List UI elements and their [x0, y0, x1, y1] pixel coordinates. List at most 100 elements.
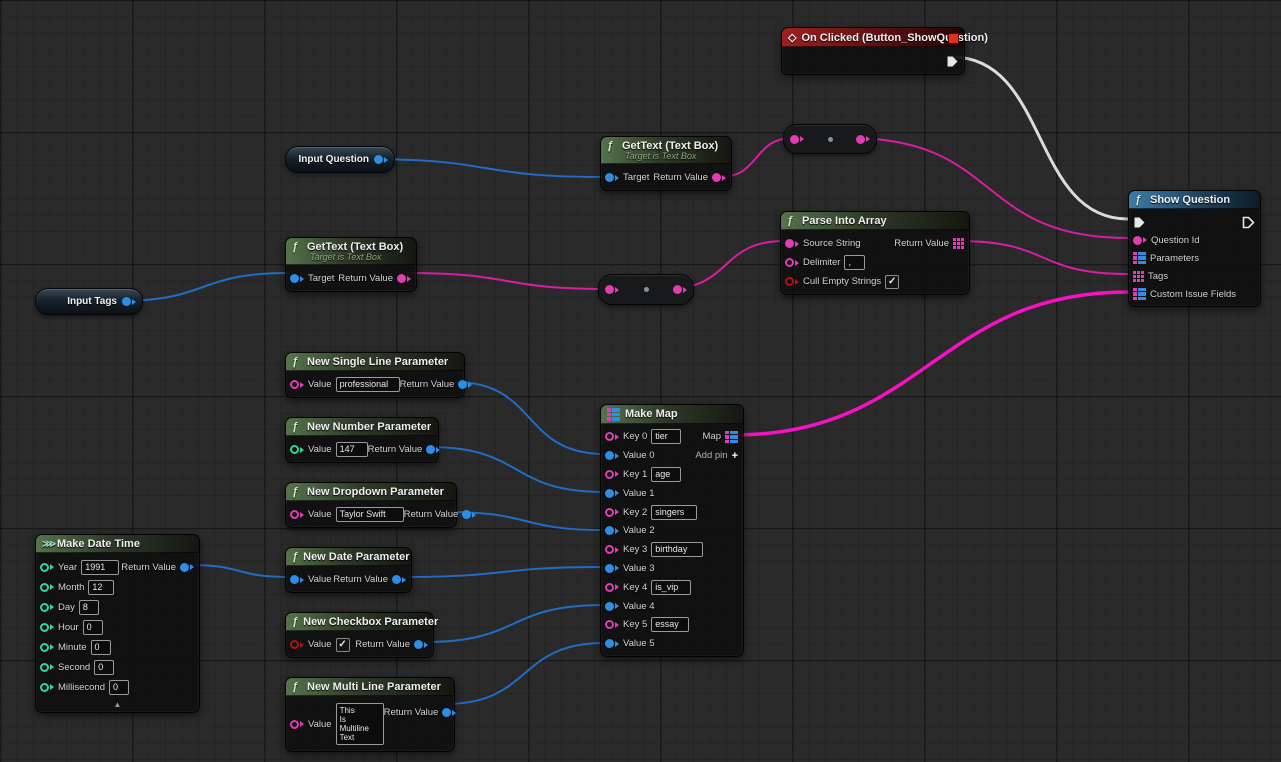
- wire-blue[interactable]: [117, 273, 289, 301]
- node-new-single-line-parameter[interactable]: ƒNew Single Line ParameterValueprofessio…: [285, 352, 465, 398]
- text-field[interactable]: 8: [79, 600, 99, 615]
- data-pin-hollow-icon[interactable]: [290, 510, 304, 519]
- data-pin-hollow-icon[interactable]: [40, 623, 54, 632]
- data-pin-icon[interactable]: [673, 285, 687, 294]
- text-field[interactable]: singers: [651, 505, 697, 520]
- wire-blue[interactable]: [366, 159, 604, 177]
- text-field[interactable]: 0: [91, 640, 111, 655]
- data-pin-icon[interactable]: [605, 602, 619, 611]
- wire-blue[interactable]: [424, 605, 604, 642]
- data-pin-icon[interactable]: [1133, 236, 1147, 245]
- text-field[interactable]: is_vip: [651, 580, 691, 595]
- text-field[interactable]: 0: [94, 660, 114, 675]
- data-pin-hollow-icon[interactable]: [605, 508, 619, 517]
- data-pin-icon[interactable]: [712, 173, 726, 182]
- data-pin-hollow-icon[interactable]: [605, 432, 619, 441]
- wire-exec[interactable]: [952, 57, 1128, 219]
- node-new-checkbox-parameter[interactable]: ƒNew Checkbox ParameterValue✓Return Valu…: [285, 612, 434, 658]
- node-gettext-tags[interactable]: ƒGetText (Text Box)Target is Text BoxTar…: [285, 237, 417, 292]
- node-make-date-time[interactable]: ⋙Make Date TimeYear1991Return ValueMonth…: [35, 534, 200, 713]
- data-pin-hollow-icon[interactable]: [290, 720, 304, 729]
- text-field[interactable]: 12: [88, 580, 114, 595]
- data-pin-icon[interactable]: [605, 451, 619, 460]
- collapse-arrow-icon[interactable]: ▲: [36, 700, 199, 712]
- data-pin-icon[interactable]: [856, 135, 870, 144]
- array-pin-icon[interactable]: [1133, 271, 1144, 282]
- map-pin-icon[interactable]: [1133, 288, 1146, 301]
- node-new-multi-line-parameter[interactable]: ƒNew Multi Line ParameterValueThis Is Mu…: [285, 677, 455, 752]
- data-pin-hollow-icon[interactable]: [40, 643, 54, 652]
- node-new-dropdown-parameter[interactable]: ƒNew Dropdown ParameterValueTaylor Swift…: [285, 482, 457, 528]
- data-pin-icon[interactable]: [290, 274, 304, 283]
- data-pin-icon[interactable]: [458, 380, 472, 389]
- wire-blue[interactable]: [445, 643, 604, 704]
- map-pin-icon[interactable]: [1133, 252, 1146, 265]
- data-pin-icon[interactable]: [290, 575, 304, 584]
- data-pin-icon[interactable]: [790, 135, 804, 144]
- pill-input-question[interactable]: Input Question: [285, 146, 395, 173]
- wire-pink[interactable]: [406, 273, 608, 289]
- data-pin-hollow-icon[interactable]: [290, 445, 304, 454]
- data-pin-hollow-icon[interactable]: [605, 545, 619, 554]
- node-make-map[interactable]: Make MapKey 0tierMapValue 0Add pin+Key 1…: [600, 404, 744, 657]
- exec-pin-filled-icon[interactable]: [1133, 216, 1146, 229]
- data-pin-icon[interactable]: [397, 274, 411, 283]
- reroute-tags[interactable]: [598, 274, 694, 305]
- exec-pin-filled-icon[interactable]: [946, 55, 959, 68]
- text-field[interactable]: professional: [336, 377, 400, 392]
- text-field[interactable]: 147: [336, 442, 368, 457]
- node-show-question[interactable]: ƒShow QuestionQuestion IdParametersTagsC…: [1128, 190, 1261, 307]
- checkbox-field[interactable]: ✓: [336, 638, 350, 652]
- data-pin-icon[interactable]: [180, 563, 194, 572]
- wire-blue[interactable]: [402, 567, 604, 577]
- data-pin-hollow-icon[interactable]: [290, 640, 304, 649]
- text-field[interactable]: age: [651, 467, 681, 482]
- wire-pink[interactable]: [958, 241, 1128, 274]
- wire-blue[interactable]: [190, 565, 289, 577]
- data-pin-icon[interactable]: [426, 445, 440, 454]
- node-parse-into-array[interactable]: ƒParse Into ArraySource StringReturn Val…: [780, 211, 970, 295]
- wire-map[interactable]: [734, 292, 1128, 435]
- node-new-number-parameter[interactable]: ƒNew Number ParameterValue147Return Valu…: [285, 417, 439, 463]
- text-field[interactable]: This Is Multiline Text: [336, 703, 384, 745]
- text-field[interactable]: 1991: [81, 560, 119, 575]
- data-pin-icon[interactable]: [414, 640, 428, 649]
- delegate-box-icon[interactable]: [948, 33, 959, 44]
- data-pin-icon[interactable]: [605, 489, 619, 498]
- checkbox-field[interactable]: ✓: [885, 275, 899, 289]
- node-gettext-question[interactable]: ƒGetText (Text Box)Target is Text BoxTar…: [600, 136, 732, 191]
- node-on-clicked[interactable]: ◇On Clicked (Button_ShowQuestion): [781, 27, 965, 75]
- data-pin-icon[interactable]: [785, 239, 799, 248]
- data-pin-icon[interactable]: [122, 297, 136, 306]
- data-pin-hollow-icon[interactable]: [40, 663, 54, 672]
- data-pin-icon[interactable]: [374, 155, 388, 164]
- text-field[interactable]: 0: [109, 680, 129, 695]
- text-field[interactable]: 0: [83, 620, 103, 635]
- data-pin-hollow-icon[interactable]: [605, 470, 619, 479]
- add-pin-plus-icon[interactable]: +: [732, 450, 738, 462]
- data-pin-icon[interactable]: [462, 510, 476, 519]
- data-pin-icon[interactable]: [605, 526, 619, 535]
- text-field[interactable]: Taylor Swift: [336, 507, 404, 522]
- text-field[interactable]: ,: [844, 255, 865, 270]
- data-pin-hollow-icon[interactable]: [605, 620, 619, 629]
- map-pin-icon[interactable]: [725, 431, 738, 444]
- data-pin-icon[interactable]: [442, 708, 456, 717]
- wire-blue[interactable]: [455, 382, 604, 454]
- text-field[interactable]: tier: [651, 429, 681, 444]
- pill-input-tags[interactable]: Input Tags: [35, 288, 143, 315]
- node-new-date-parameter[interactable]: ƒNew Date ParameterValueReturn Value: [285, 547, 412, 593]
- data-pin-hollow-icon[interactable]: [785, 277, 799, 286]
- data-pin-hollow-icon[interactable]: [605, 583, 619, 592]
- data-pin-icon[interactable]: [605, 564, 619, 573]
- text-field[interactable]: essay: [651, 617, 689, 632]
- data-pin-hollow-icon[interactable]: [40, 603, 54, 612]
- text-field[interactable]: birthday: [651, 542, 703, 557]
- data-pin-hollow-icon[interactable]: [40, 563, 54, 572]
- data-pin-icon[interactable]: [605, 173, 619, 182]
- data-pin-hollow-icon[interactable]: [40, 583, 54, 592]
- exec-pin-hollow-icon[interactable]: [1242, 216, 1255, 229]
- reroute-question[interactable]: [783, 124, 877, 154]
- blueprint-graph-canvas[interactable]: ◇On Clicked (Button_ShowQuestion) ƒGetTex…: [0, 0, 1281, 762]
- data-pin-icon[interactable]: [605, 285, 619, 294]
